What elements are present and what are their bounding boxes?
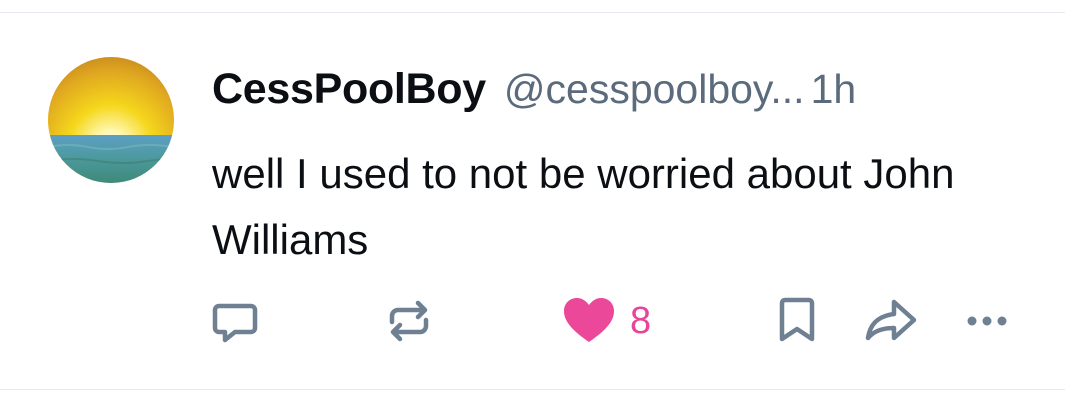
like-count: 8 [630, 299, 652, 342]
bookmark-icon [779, 297, 815, 342]
sunset-avatar-image [48, 57, 174, 183]
post-timestamp[interactable]: 1h [811, 66, 857, 113]
ellipsis-icon [967, 316, 1007, 326]
more-options-button[interactable] [962, 291, 1018, 351]
speech-bubble-icon [212, 303, 258, 343]
post-card[interactable]: CessPoolBoy @cesspoolboy... 1h well I us… [0, 12, 1065, 390]
like-button[interactable]: 8 [560, 291, 651, 351]
author-display-name[interactable]: CessPoolBoy [212, 65, 486, 114]
repost-button[interactable] [382, 291, 436, 351]
share-arrow-icon [865, 299, 917, 341]
share-button[interactable] [860, 291, 922, 351]
post-text: well I used to not be worried about John… [212, 150, 955, 263]
post-header: CessPoolBoy @cesspoolboy... 1h [212, 65, 1042, 125]
author-handle[interactable]: @cesspoolboy... [504, 66, 805, 113]
bookmark-button[interactable] [772, 291, 822, 351]
reply-button[interactable] [208, 291, 262, 351]
post-actions: 8 [0, 291, 1065, 351]
repost-arrows-icon [389, 300, 429, 342]
author-avatar[interactable] [48, 57, 174, 183]
heart-icon [564, 298, 614, 342]
